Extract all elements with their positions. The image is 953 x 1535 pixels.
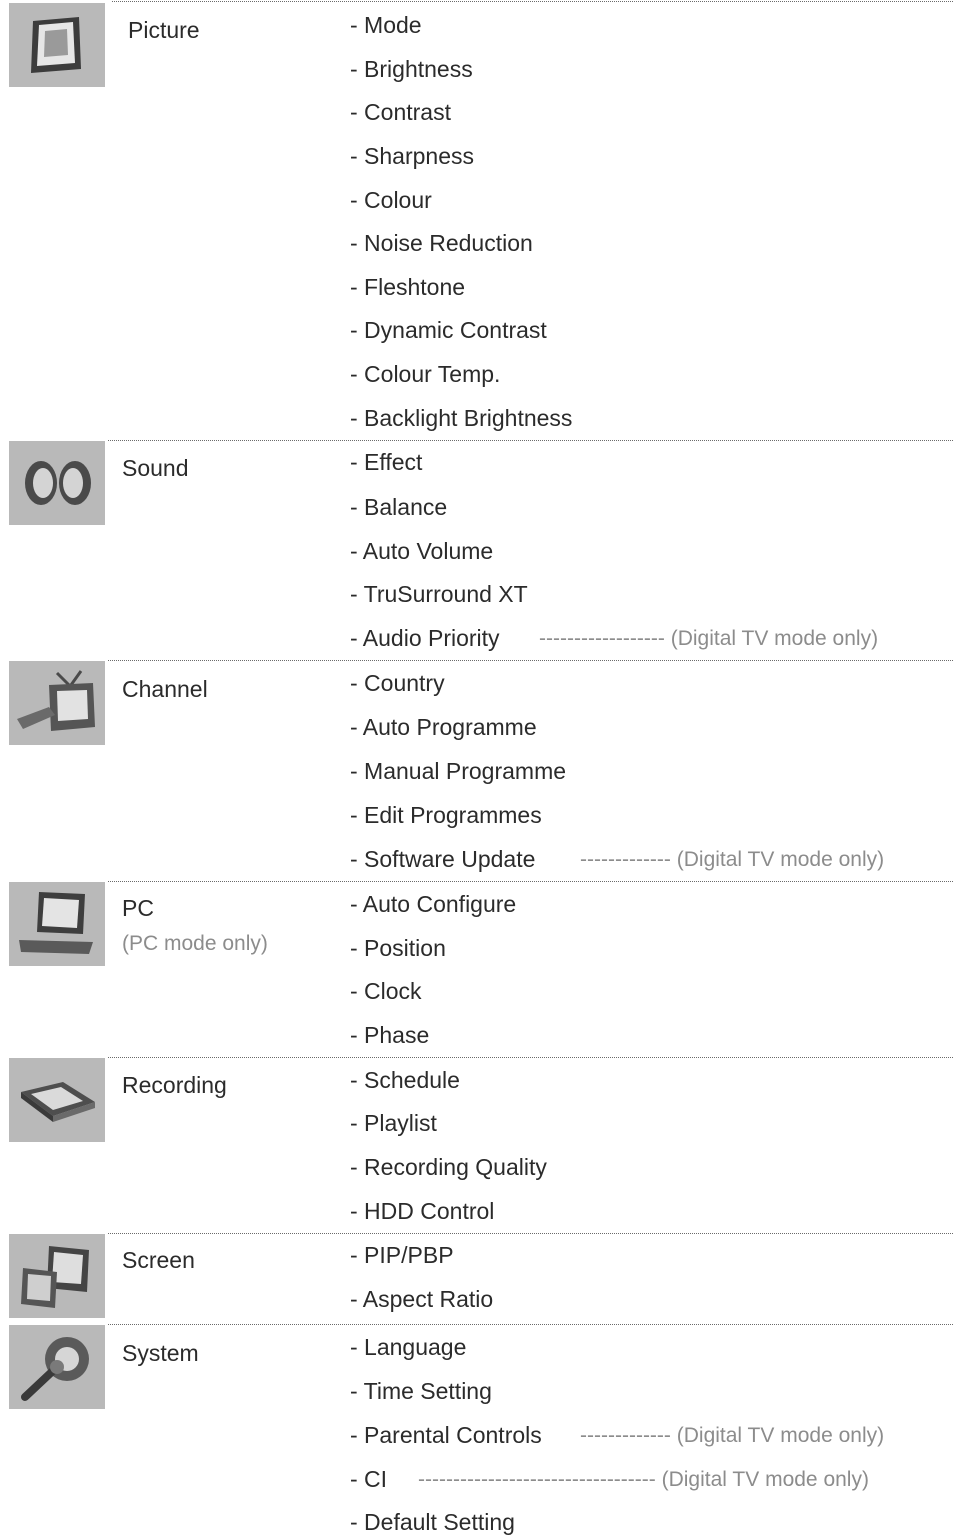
section-divider	[108, 1233, 953, 1234]
menu-item: - Balance	[350, 494, 448, 520]
category-sound: Sound	[122, 455, 189, 481]
wrench-gear-icon	[9, 1325, 105, 1409]
category-system: System	[122, 1340, 199, 1366]
category-screen: Screen	[122, 1247, 195, 1273]
recorder-icon	[9, 1058, 105, 1142]
menu-item: - Auto Volume	[350, 538, 494, 564]
digital-tv-note: ---------------------------------- (Digi…	[418, 1468, 869, 1491]
menu-item: - Colour Temp.	[350, 361, 501, 387]
menu-item: - Manual Programme	[350, 758, 567, 784]
menu-item: - Playlist	[350, 1110, 437, 1136]
menu-item: - Default Setting	[350, 1509, 515, 1535]
menu-item: - Auto Programme	[350, 714, 537, 740]
menu-item: - Country	[350, 670, 445, 696]
menu-item: - Sharpness	[350, 143, 475, 169]
section-divider	[112, 1, 953, 2]
digital-tv-note: ------------- (Digital TV mode only)	[580, 1424, 885, 1447]
menu-item: - Backlight Brightness	[350, 405, 573, 431]
menu-item: - Position	[350, 935, 446, 961]
menu-item: - Auto Configure	[350, 891, 517, 917]
menu-item: - CI	[350, 1466, 388, 1492]
menu-item: - Phase	[350, 1022, 430, 1048]
menu-item: - Mode	[350, 12, 422, 38]
digital-tv-note: ------------------ (Digital TV mode only…	[539, 627, 879, 650]
section-divider	[108, 881, 953, 882]
section-divider	[108, 1324, 953, 1325]
menu-item: - Schedule	[350, 1067, 460, 1093]
menu-item: - Brightness	[350, 56, 473, 82]
menu-item: - Contrast	[350, 99, 451, 125]
section-divider	[108, 660, 953, 661]
menu-item: - Edit Programmes	[350, 802, 542, 828]
menu-item: - TruSurround XT	[350, 581, 528, 607]
menu-item: - PIP/PBP	[350, 1242, 454, 1268]
menu-item: - Recording Quality	[350, 1154, 547, 1180]
menu-item: - Software Update	[350, 846, 536, 872]
menu-item: - Dynamic Contrast	[350, 317, 547, 343]
menu-item: - Aspect Ratio	[350, 1286, 494, 1312]
menu-item: - Colour	[350, 187, 432, 213]
menu-item: - Effect	[350, 449, 423, 475]
category-picture: Picture	[128, 17, 200, 43]
menu-overview-page: Picture - Mode - Brightness - Contrast -…	[0, 0, 953, 1535]
section-divider	[108, 1057, 953, 1058]
category-pc: PC	[122, 895, 154, 921]
speakers-icon	[9, 441, 105, 525]
monitor-icon	[9, 882, 105, 966]
menu-item: - Fleshtone	[350, 274, 466, 300]
menu-item: - Parental Controls	[350, 1422, 542, 1448]
category-recording: Recording	[122, 1072, 227, 1098]
screens-icon	[9, 1234, 105, 1318]
menu-item: - Noise Reduction	[350, 230, 533, 256]
section-divider	[108, 440, 953, 441]
menu-item: - Language	[350, 1334, 467, 1360]
pc-mode-note: (PC mode only)	[122, 932, 268, 955]
tv-remote-icon	[9, 661, 105, 745]
digital-tv-note: ------------- (Digital TV mode only)	[580, 848, 885, 871]
menu-item: - Time Setting	[350, 1378, 492, 1404]
menu-item: - HDD Control	[350, 1198, 495, 1224]
category-channel: Channel	[122, 676, 208, 702]
menu-item: - Audio Priority	[350, 625, 500, 651]
menu-item: - Clock	[350, 978, 422, 1004]
picture-frame-icon	[9, 3, 105, 87]
